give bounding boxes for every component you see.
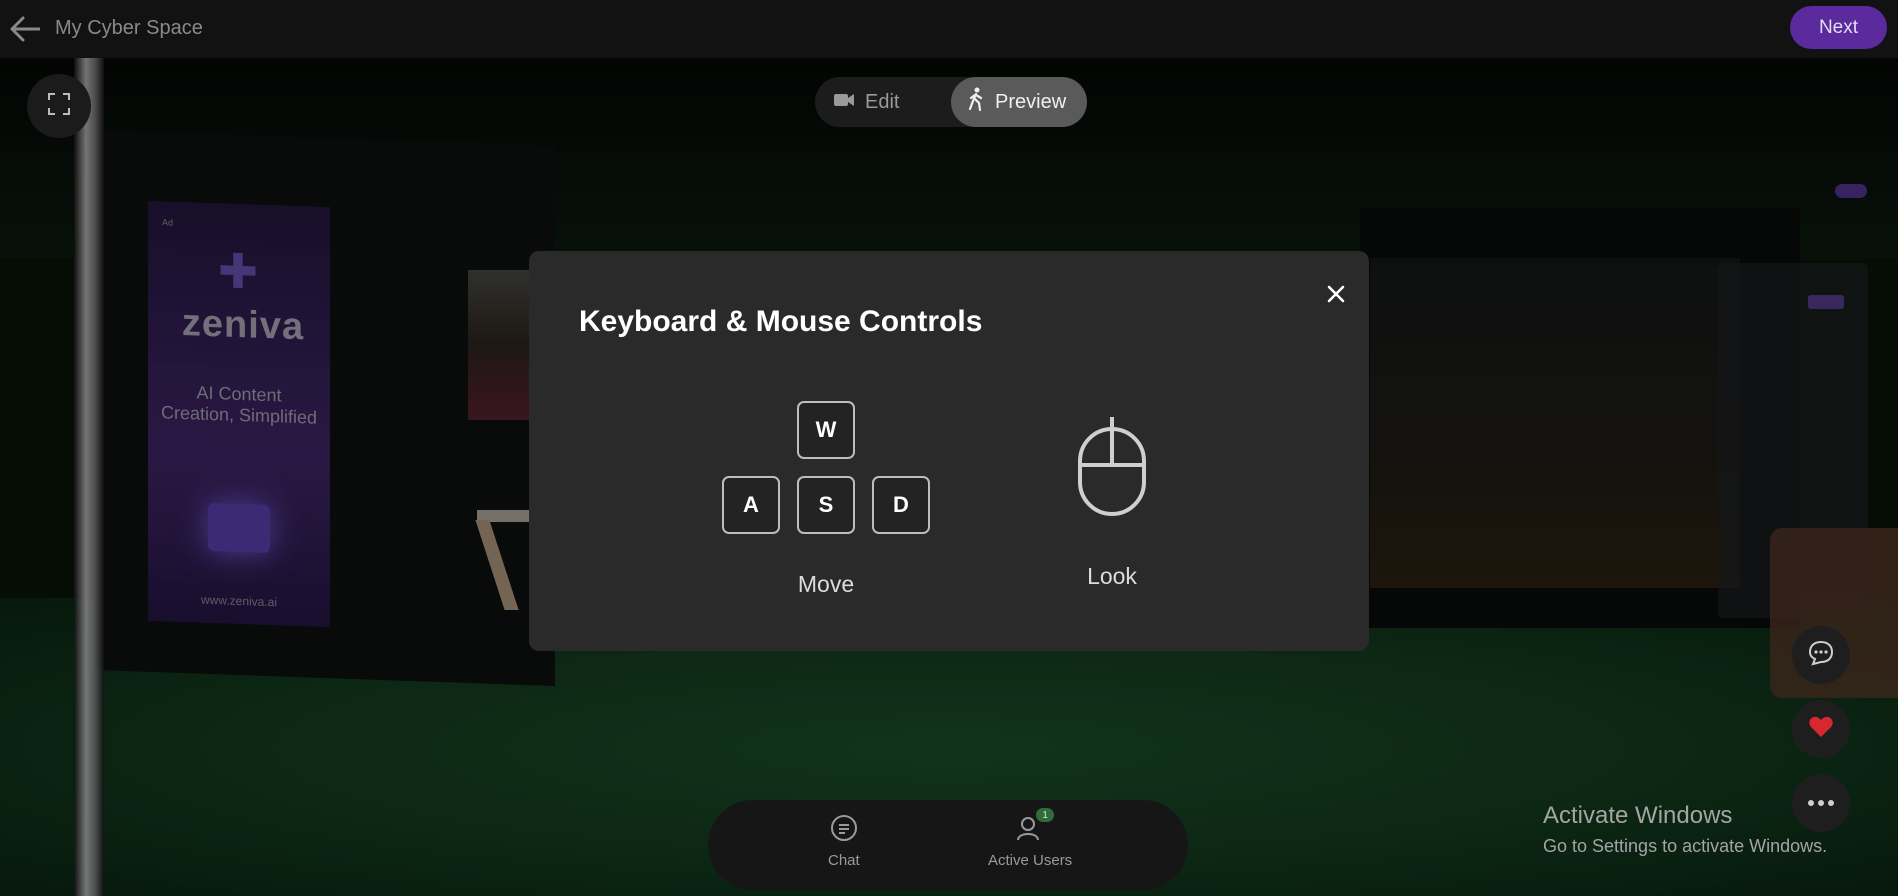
- walking-person-icon: [967, 87, 985, 117]
- top-bar: My Cyber Space Next: [0, 0, 1898, 58]
- bottom-toolbar: Chat 1 Active Users: [708, 800, 1188, 890]
- edit-mode-button[interactable]: Edit: [833, 77, 899, 127]
- watermark-title: Activate Windows: [1543, 802, 1733, 829]
- close-button[interactable]: [1321, 281, 1351, 311]
- back-arrow-icon[interactable]: [8, 12, 42, 46]
- preview-mode-button[interactable]: Preview: [951, 77, 1087, 127]
- look-label: Look: [1087, 563, 1137, 589]
- watermark-subtitle: Go to Settings to activate Windows.: [1543, 836, 1828, 856]
- fullscreen-icon: [47, 92, 71, 121]
- video-camera-icon: [833, 91, 855, 114]
- key-s: S: [797, 476, 855, 534]
- next-button[interactable]: Next: [1790, 6, 1887, 49]
- edit-mode-label: Edit: [865, 90, 900, 113]
- dialog-title: Keyboard & Mouse Controls: [579, 305, 983, 338]
- users-icon: 1: [1016, 808, 1055, 846]
- key-a: A: [722, 476, 780, 534]
- preview-mode-label: Preview: [995, 90, 1067, 113]
- active-users-button[interactable]: 1 Active Users: [988, 808, 1073, 869]
- mouse-icon: [1077, 417, 1147, 517]
- speech-bubble-icon: [1808, 640, 1834, 671]
- chat-icon: [830, 814, 858, 846]
- active-users-label: Active Users: [988, 852, 1073, 869]
- windows-activation-watermark: Activate Windows Go to Settings to activ…: [1543, 802, 1827, 857]
- close-icon: [1327, 285, 1345, 308]
- move-label: Move: [797, 571, 855, 597]
- controls-dialog: Keyboard & Mouse Controls W A S D Move L…: [529, 251, 1369, 651]
- fullscreen-button[interactable]: [27, 74, 91, 138]
- mode-toggle: Edit Preview: [815, 77, 1087, 127]
- like-button[interactable]: [1792, 700, 1850, 758]
- active-users-badge: 1: [1036, 808, 1055, 822]
- key-d: D: [872, 476, 930, 534]
- key-w: W: [797, 401, 855, 459]
- chat-label: Chat: [828, 852, 860, 869]
- comments-button[interactable]: [1792, 626, 1850, 684]
- page-title: My Cyber Space: [55, 17, 203, 39]
- chat-button[interactable]: Chat: [828, 814, 860, 869]
- heart-icon: [1808, 715, 1834, 744]
